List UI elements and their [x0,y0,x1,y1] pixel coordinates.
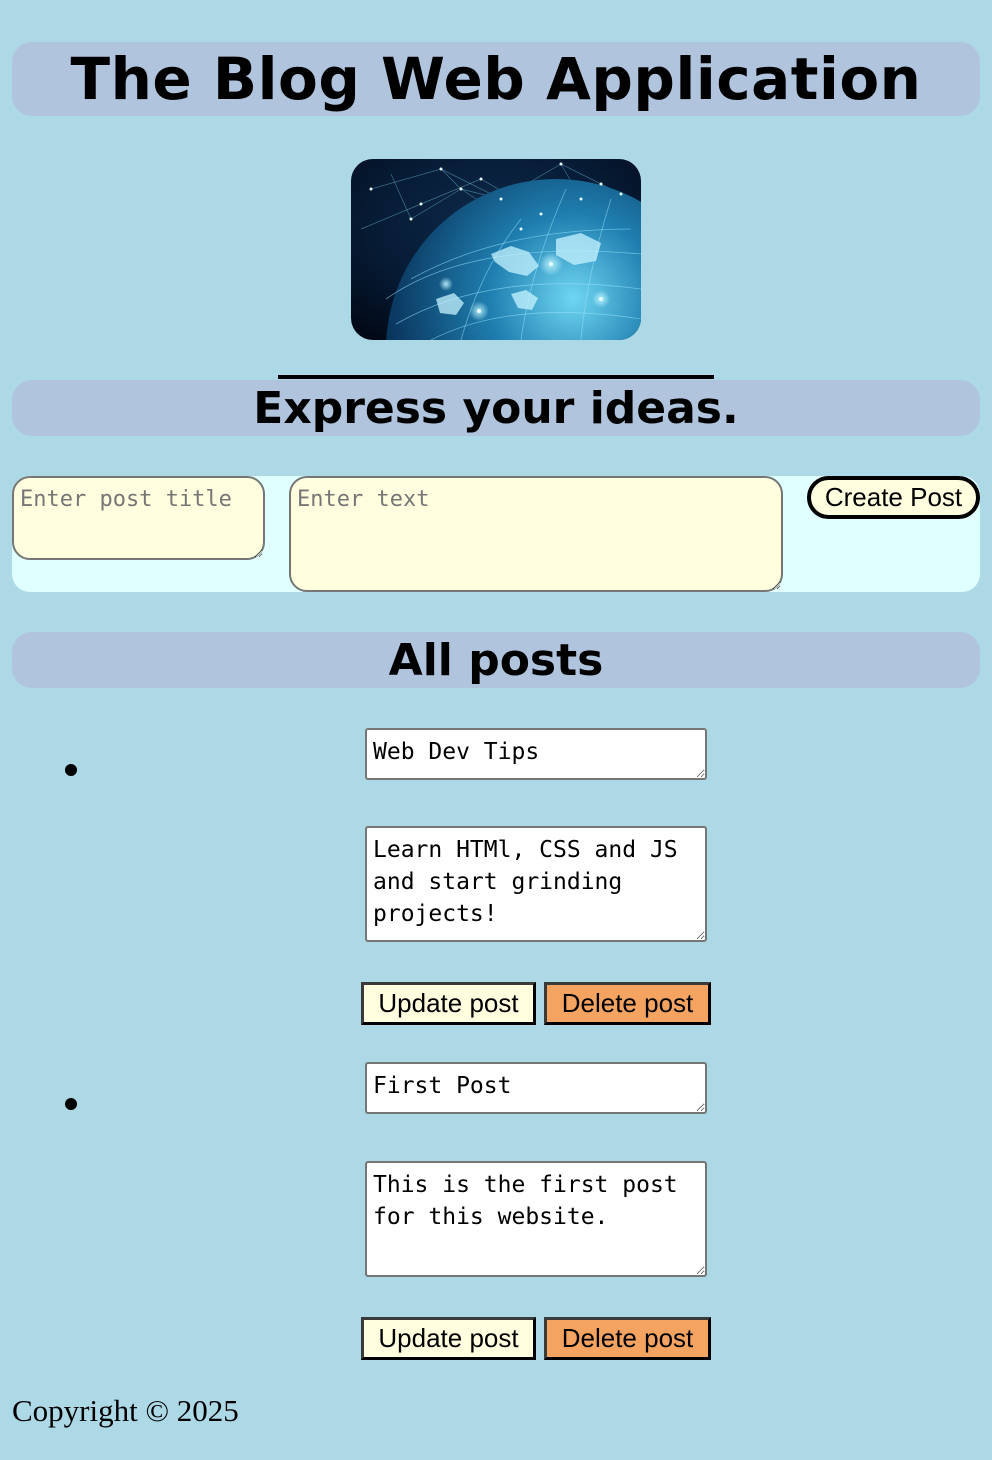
post-body-field[interactable]: Learn HTMl, CSS and JS and start grindin… [365,826,707,942]
footer-copyright: Copyright © 2025 [12,1393,239,1428]
post-title-field[interactable]: First Post [365,1062,707,1114]
post-text-input[interactable] [289,476,783,592]
update-post-button[interactable]: Update post [361,1317,536,1360]
page-title: The Blog Web Application [70,45,922,113]
delete-post-button[interactable]: Delete post [544,1317,711,1360]
all-posts-banner: All posts [12,632,980,688]
list-bullet [65,764,77,776]
all-posts-heading: All posts [388,635,604,686]
list-bullet [65,1098,77,1110]
post-title-field[interactable]: Web Dev Tips [365,728,707,780]
delete-post-button[interactable]: Delete post [544,982,711,1025]
post-body-field[interactable]: This is the first post for this website. [365,1161,707,1277]
compose-banner: Express your ideas. [12,380,980,436]
create-post-button[interactable]: Create Post [807,476,980,519]
compose-heading: Express your ideas. [253,383,739,434]
post-title-input[interactable] [12,476,265,560]
page-header: The Blog Web Application [12,42,980,116]
update-post-button[interactable]: Update post [361,982,536,1025]
divider-line [278,375,714,379]
hero-image [351,159,641,340]
